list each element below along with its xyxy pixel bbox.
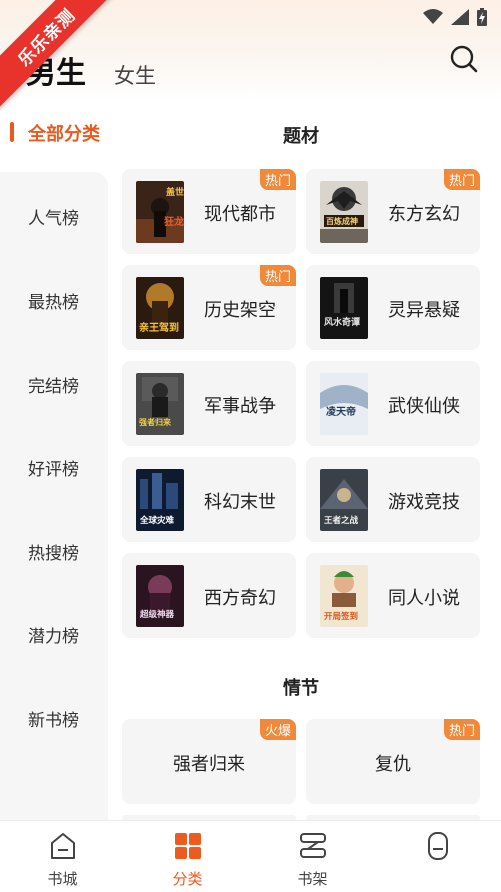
bottom-nav: 书城 分类 书架 <box>0 820 501 892</box>
hot-badge: 热门 <box>259 169 296 190</box>
wifi-icon <box>423 9 443 24</box>
category-card-fanfiction[interactable]: 开局签到 同人小说 <box>306 553 480 638</box>
signal-icon <box>451 9 469 25</box>
plot-card-strong-return[interactable]: 强者归来 火爆 <box>122 719 296 804</box>
hot-badge: 热门 <box>443 169 480 190</box>
sidebar-item-all-categories[interactable]: 全部分类 <box>0 110 120 154</box>
bookshelf-icon <box>300 833 326 858</box>
svg-text:狂龙: 狂龙 <box>164 215 184 228</box>
plot-card-revenge[interactable]: 复仇 热门 <box>306 719 480 804</box>
svg-text:全球灾难: 全球灾难 <box>139 515 175 526</box>
hot-badge: 火爆 <box>259 719 296 740</box>
category-card-history[interactable]: 亲王驾到 历史架空 热门 <box>122 265 296 350</box>
category-card-modern-city[interactable]: 盖世 狂龙 现代都市 热门 <box>122 169 296 254</box>
category-name: 历史架空 <box>204 300 276 321</box>
nav-bookshelf[interactable]: 书架 <box>250 821 375 892</box>
battery-icon <box>477 8 487 26</box>
sidebar-item-popular[interactable]: 人气榜 <box>0 204 108 229</box>
nav-category[interactable]: 分类 <box>125 821 250 892</box>
bookstore-icon <box>51 833 75 859</box>
svg-text:强者归来: 强者归来 <box>139 417 172 427</box>
plot-name: 强者归来 <box>173 754 245 775</box>
section-title-genre: 题材 <box>283 126 319 147</box>
sidebar: 人气榜 最热榜 完结榜 好评榜 热搜榜 潜力榜 新书榜 <box>0 172 108 822</box>
svg-text:超级神器: 超级神器 <box>139 609 175 620</box>
category-card-eastern-fantasy[interactable]: 百炼成神 东方玄幻 热门 <box>306 169 480 254</box>
category-name: 同人小说 <box>388 588 460 609</box>
category-card-wuxia[interactable]: 凌天帝 武侠仙侠 <box>306 361 480 446</box>
category-name: 现代都市 <box>204 204 276 225</box>
nav-label: 书架 <box>297 870 328 888</box>
book-cover-image: 盖世 狂龙 <box>136 181 184 243</box>
hot-badge: 热门 <box>259 265 296 286</box>
category-name: 科幻末世 <box>204 492 276 513</box>
category-name: 游戏竞技 <box>388 492 460 513</box>
selected-indicator <box>10 122 14 142</box>
book-cover-image: 超级神器 <box>136 565 184 627</box>
category-card-scifi[interactable]: 全球灾难 科幻末世 <box>122 457 296 542</box>
category-card-supernatural[interactable]: 风水奇谭 灵异悬疑 <box>306 265 480 350</box>
category-name: 灵异悬疑 <box>388 300 460 321</box>
category-card-gaming[interactable]: 王者之战 游戏竞技 <box>306 457 480 542</box>
category-icon <box>175 833 201 859</box>
hot-badge: 热门 <box>443 719 480 740</box>
section-title-plot: 情节 <box>283 678 319 699</box>
category-name: 东方玄幻 <box>388 204 460 225</box>
nav-label: 分类 <box>172 870 203 888</box>
sidebar-item-hot-search[interactable]: 热搜榜 <box>0 539 108 564</box>
book-cover-image: 风水奇谭 <box>320 277 368 339</box>
category-card-western-fantasy[interactable]: 超级神器 西方奇幻 <box>122 553 296 638</box>
nav-label: 书城 <box>47 870 78 888</box>
svg-text:百炼成神: 百炼成神 <box>326 216 358 226</box>
category-name: 武侠仙侠 <box>388 396 460 417</box>
book-cover-image: 亲王驾到 <box>136 277 184 339</box>
book-cover-image: 全球灾难 <box>136 469 184 531</box>
sidebar-item-completed[interactable]: 完结榜 <box>0 372 108 397</box>
category-card-military[interactable]: 强者归来 军事战争 <box>122 361 296 446</box>
sidebar-item-label: 全部分类 <box>28 124 100 145</box>
sidebar-item-new-books[interactable]: 新书榜 <box>0 706 108 731</box>
nav-profile[interactable] <box>375 821 500 892</box>
sidebar-item-top-rated[interactable]: 好评榜 <box>0 455 108 480</box>
svg-text:凌天帝: 凌天帝 <box>326 405 356 418</box>
svg-text:风水奇谭: 风水奇谭 <box>324 316 360 328</box>
category-name: 军事战争 <box>204 396 276 417</box>
sidebar-item-potential[interactable]: 潜力榜 <box>0 622 108 647</box>
plot-name: 复仇 <box>375 754 411 775</box>
search-icon[interactable] <box>449 44 479 74</box>
tab-female[interactable]: 女生 <box>114 60 156 90</box>
book-cover-image: 凌天帝 <box>320 373 368 435</box>
sidebar-item-hottest[interactable]: 最热榜 <box>0 288 108 313</box>
nav-bookstore[interactable]: 书城 <box>0 821 125 892</box>
book-cover-image: 开局签到 <box>320 565 368 627</box>
book-cover-image: 王者之战 <box>320 469 368 531</box>
svg-text:王者之战: 王者之战 <box>324 515 359 526</box>
svg-text:盖世: 盖世 <box>166 186 184 198</box>
book-cover-image: 强者归来 <box>136 373 184 435</box>
profile-icon <box>428 832 448 860</box>
book-cover-image: 百炼成神 <box>320 181 368 243</box>
category-name: 西方奇幻 <box>204 588 276 609</box>
svg-text:亲王驾到: 亲王驾到 <box>139 321 179 334</box>
svg-text:开局签到: 开局签到 <box>324 611 358 622</box>
